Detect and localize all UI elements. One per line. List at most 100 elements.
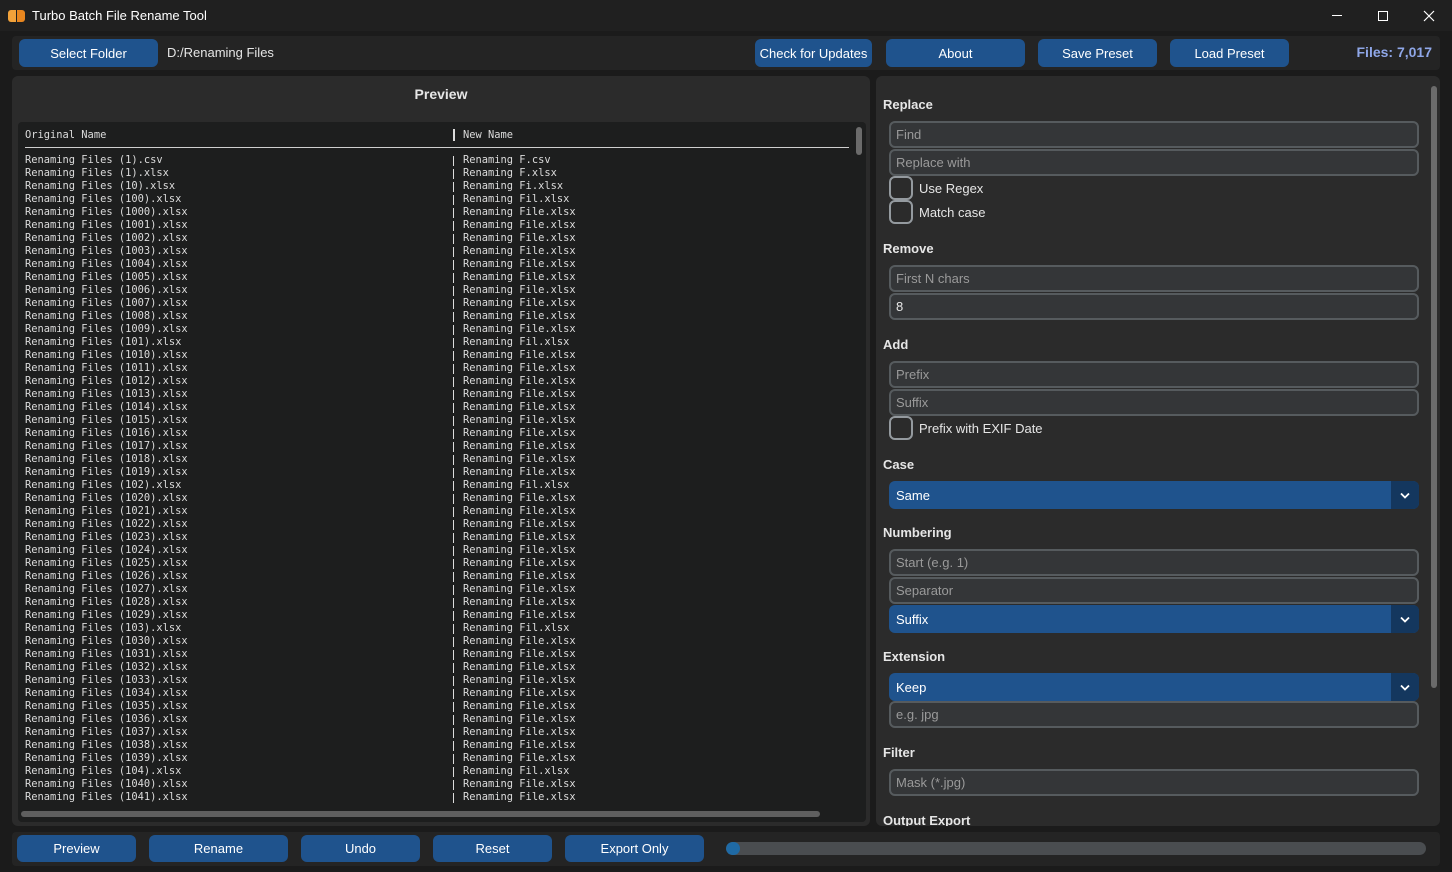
original-name-cell: Renaming Files (1).csv: [25, 154, 163, 166]
options-scroll-thumb[interactable]: [1431, 86, 1437, 688]
column-separator: [453, 585, 454, 595]
column-separator: [453, 546, 454, 556]
extension-mode-value: Keep: [896, 679, 927, 695]
numbering-separator-input[interactable]: Separator: [889, 577, 1419, 604]
case-dropdown[interactable]: Same: [889, 481, 1419, 509]
chevron-down-icon[interactable]: [1391, 673, 1419, 701]
column-separator: [453, 494, 454, 504]
table-row: Renaming Files (1039).xlsx Renaming File.…: [25, 752, 845, 765]
new-name-cell: Renaming File.xlsx: [463, 206, 576, 218]
table-row: Renaming Files (1004).xlsx Renaming File.…: [25, 258, 845, 271]
section-title-filter: Filter: [883, 745, 915, 760]
table-row: Renaming Files (1020).xlsx Renaming File.…: [25, 492, 845, 505]
save-preset-button[interactable]: Save Preset: [1038, 39, 1157, 67]
replace-input[interactable]: Replace with: [889, 149, 1419, 176]
minimize-button[interactable]: [1314, 0, 1360, 31]
numbering-start-input[interactable]: Start (e.g. 1): [889, 549, 1419, 576]
column-header-new: New Name: [463, 129, 514, 141]
table-row: Renaming Files (1037).xlsx Renaming File.…: [25, 726, 845, 739]
select-folder-button[interactable]: Select Folder: [19, 39, 158, 67]
table-row: Renaming Files (1034).xlsx Renaming File.…: [25, 687, 845, 700]
column-separator: [453, 273, 454, 283]
column-separator: [453, 234, 454, 244]
table-row: Renaming Files (1029).xlsx Renaming File.…: [25, 609, 845, 622]
preview-horizontal-scroll-thumb[interactable]: [21, 811, 820, 817]
new-name-cell: Renaming File.xlsx: [463, 349, 576, 361]
original-name-cell: Renaming Files (1039).xlsx: [25, 752, 188, 764]
original-name-cell: Renaming Files (104).xlsx: [25, 765, 182, 777]
use-regex-row[interactable]: Use Regex: [889, 176, 983, 200]
original-name-cell: Renaming Files (1007).xlsx: [25, 297, 188, 309]
find-input[interactable]: Find: [889, 121, 1419, 148]
export-only-button[interactable]: Export Only: [565, 835, 704, 862]
extension-input[interactable]: e.g. jpg: [889, 701, 1419, 728]
column-separator: [453, 429, 454, 439]
first-n-chars-input[interactable]: First N chars: [889, 265, 1419, 292]
section-title-add: Add: [883, 337, 909, 352]
column-separator: [453, 299, 454, 309]
original-name-cell: Renaming Files (1031).xlsx: [25, 648, 188, 660]
original-name-cell: Renaming Files (1014).xlsx: [25, 401, 188, 413]
chevron-down-icon[interactable]: [1391, 481, 1419, 509]
match-case-checkbox[interactable]: [889, 200, 913, 224]
column-separator: [453, 676, 454, 686]
table-row: Renaming Files (1026).xlsx Renaming File.…: [25, 570, 845, 583]
load-preset-button[interactable]: Load Preset: [1170, 39, 1289, 67]
new-name-cell: Renaming File.xlsx: [463, 375, 576, 387]
preview-button[interactable]: Preview: [17, 835, 136, 862]
exif-date-row[interactable]: Prefix with EXIF Date: [889, 416, 1043, 440]
use-regex-checkbox[interactable]: [889, 176, 913, 200]
preview-rows: Renaming Files (1).csv Renaming F.csv Rena…: [25, 154, 845, 804]
table-row: Renaming Files (1018).xlsx Renaming File.…: [25, 453, 845, 466]
new-name-cell: Renaming File.xlsx: [463, 245, 576, 257]
remove-count-input[interactable]: 8: [889, 293, 1419, 320]
column-separator: [453, 793, 454, 803]
original-name-cell: Renaming Files (1023).xlsx: [25, 531, 188, 543]
column-separator: [453, 663, 454, 673]
filter-mask-input[interactable]: Mask (*.jpg): [889, 769, 1419, 796]
preview-vertical-scrollbar[interactable]: [854, 126, 864, 816]
column-separator: [453, 208, 454, 218]
progress-bar: [726, 842, 1426, 855]
about-button[interactable]: About: [886, 39, 1025, 67]
files-count: Files: 7,017: [1356, 44, 1433, 60]
table-row: Renaming Files (1000).xlsx Renaming File.…: [25, 206, 845, 219]
table-row: Renaming Files (1041).xlsx Renaming File.…: [25, 791, 845, 804]
match-case-row[interactable]: Match case: [889, 200, 985, 224]
original-name-cell: Renaming Files (1027).xlsx: [25, 583, 188, 595]
new-name-cell: Renaming File.xlsx: [463, 505, 576, 517]
reset-button[interactable]: Reset: [433, 835, 552, 862]
maximize-button[interactable]: [1360, 0, 1406, 31]
original-name-cell: Renaming Files (1038).xlsx: [25, 739, 188, 751]
minimize-icon: [1332, 15, 1342, 16]
table-row: Renaming Files (1008).xlsx Renaming File.…: [25, 310, 845, 323]
prefix-input[interactable]: Prefix: [889, 361, 1419, 388]
undo-button[interactable]: Undo: [301, 835, 420, 862]
new-name-cell: Renaming F.csv: [463, 154, 551, 166]
table-row: Renaming Files (1014).xlsx Renaming File.…: [25, 401, 845, 414]
column-separator: [453, 715, 454, 725]
suffix-input[interactable]: Suffix: [889, 389, 1419, 416]
table-row: Renaming Files (1023).xlsx Renaming File.…: [25, 531, 845, 544]
new-name-cell: Renaming File.xlsx: [463, 219, 576, 231]
close-button[interactable]: [1406, 0, 1452, 31]
extension-mode-dropdown[interactable]: Keep: [889, 673, 1419, 701]
column-separator: [453, 767, 454, 777]
new-name-cell: Renaming File.xlsx: [463, 297, 576, 309]
use-regex-label: Use Regex: [919, 180, 984, 196]
table-row: Renaming Files (1030).xlsx Renaming File.…: [25, 635, 845, 648]
new-name-cell: Renaming Fi.xlsx: [463, 180, 564, 192]
title-bar: Turbo Batch File Rename Tool: [0, 0, 1452, 31]
header-divider: [25, 147, 849, 148]
numbering-position-dropdown[interactable]: Suffix: [889, 605, 1419, 633]
original-name-cell: Renaming Files (1003).xlsx: [25, 245, 188, 257]
preview-list[interactable]: Original Name New Name Renaming Files (1…: [18, 122, 866, 822]
new-name-cell: Renaming File.xlsx: [463, 739, 576, 751]
folder-path: D:/Renaming Files: [167, 45, 274, 60]
exif-date-checkbox[interactable]: [889, 416, 913, 440]
chevron-down-icon[interactable]: [1391, 605, 1419, 633]
preview-vertical-scroll-thumb[interactable]: [856, 127, 862, 155]
column-separator: [453, 403, 454, 413]
rename-button[interactable]: Rename: [149, 835, 288, 862]
check-updates-button[interactable]: Check for Updates: [755, 39, 872, 67]
